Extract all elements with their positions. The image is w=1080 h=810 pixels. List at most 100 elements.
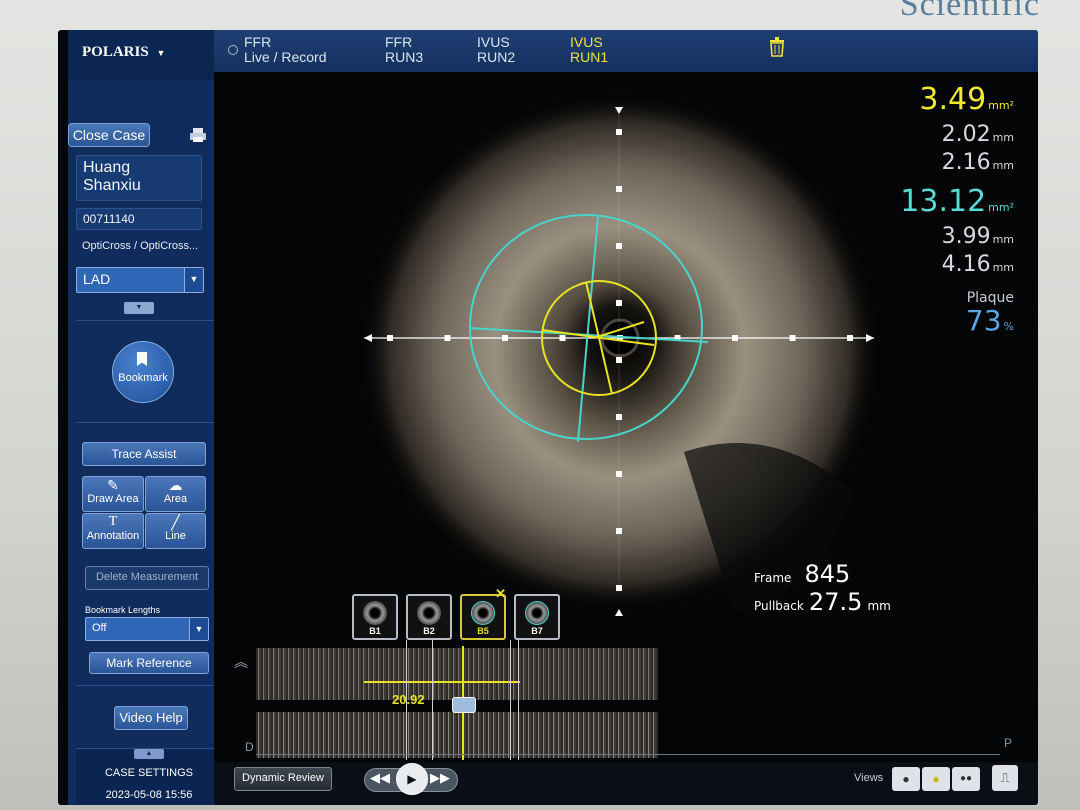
bookmark-line — [518, 640, 519, 760]
thumb-label: B7 — [531, 626, 543, 636]
line-button[interactable]: ╱ Line — [145, 513, 206, 549]
pullback-unit: mm — [867, 599, 891, 613]
ruler-tick — [616, 300, 622, 306]
plaque-value: 73% — [965, 304, 1014, 337]
left-panel: POLARIS ▼ Close Case Huang Shanxiu 00711… — [68, 30, 222, 805]
dynamic-review-button[interactable]: Dynamic Review — [234, 767, 332, 791]
mark-reference-button[interactable]: Mark Reference — [89, 652, 209, 674]
video-help-button[interactable]: Video Help — [114, 706, 188, 730]
app-name: POLARIS — [82, 44, 149, 60]
ruler-tick — [616, 243, 622, 249]
bookmark-thumb-b5[interactable]: B5 ✕ — [460, 586, 506, 640]
datetime-label: 2023-05-08 15:56 — [105, 789, 193, 801]
app-logo[interactable]: POLARIS ▼ — [68, 30, 214, 80]
frame-label: Frame — [754, 571, 792, 585]
ruler-tick — [616, 528, 622, 534]
close-case-button[interactable]: Close Case — [68, 123, 150, 147]
thumb-image — [471, 601, 495, 625]
area-button[interactable]: ☁ Area — [145, 476, 206, 512]
pullback-value: 27.5 — [808, 588, 863, 616]
view-bookmark-button[interactable]: ● — [922, 767, 950, 791]
plaque-measurement: Plaque 73% — [966, 290, 1014, 342]
trash-icon[interactable] — [769, 37, 785, 57]
tab-ffr-live[interactable]: FFR Live / Record — [228, 34, 326, 65]
area-label: Area — [163, 493, 188, 505]
ruler-tick — [616, 357, 622, 363]
bookmark-lengths-select[interactable]: Off ▼ — [85, 617, 209, 641]
cursor-handle[interactable] — [452, 697, 476, 713]
tab-line1: IVUS — [477, 34, 510, 50]
tab-line2: RUN2 — [477, 49, 516, 65]
ruler-tick — [616, 129, 622, 135]
lumen-max-diameter: 2.16 mm — [941, 150, 1014, 175]
annotation-button[interactable]: T Annotation — [82, 513, 144, 549]
pullback-label: Pullback — [754, 599, 804, 613]
ruler-tick — [502, 335, 508, 341]
bookmark-button[interactable]: Bookmark — [112, 341, 174, 403]
view-dual-button[interactable]: ●● — [952, 767, 980, 791]
ruler-tick — [444, 335, 451, 341]
ivus-image-view[interactable]: 3.49 mm² 2.02 mm 2.16 mm 13.12 mm² 3.99 mm 4.… — [214, 72, 1038, 762]
bookmark-line — [432, 640, 433, 760]
eem-min-diameter: 3.99 mm — [941, 224, 1014, 249]
trace-assist-button[interactable]: Trace Assist — [82, 442, 206, 466]
chevron-down-icon: ▼ — [156, 48, 166, 58]
foot-pedal-icon[interactable]: ⎍ — [992, 765, 1018, 791]
line-icon: ╱ — [171, 514, 180, 530]
view-single-button[interactable]: ● — [892, 767, 920, 791]
thumb-label: B5 — [477, 626, 489, 636]
draw-area-button[interactable]: ✎ Draw Area — [82, 476, 144, 512]
eem-measurements: 13.12 mm² 3.99 mm 4.16 mm — [900, 186, 1014, 280]
thumb-label: B1 — [369, 626, 381, 636]
tab-line1: FFR — [244, 34, 272, 50]
eem-area: 13.12 mm² — [900, 184, 1014, 219]
play-button[interactable]: ▶ — [396, 763, 428, 795]
longitudinal-view[interactable] — [256, 648, 658, 700]
bookmark-lengths-label: Bookmark Lengths — [85, 605, 161, 615]
ruler-tick — [847, 335, 853, 341]
patient-id-field[interactable]: 00711140 — [76, 208, 202, 230]
lumen-min-diameter: 2.02 mm — [941, 122, 1014, 147]
tab-line1: IVUS — [570, 34, 603, 50]
close-icon[interactable]: ✕ — [495, 586, 506, 602]
vessel-select[interactable]: LAD ▼ — [76, 267, 204, 293]
annotation-label: Annotation — [86, 530, 140, 542]
patient-name-field[interactable]: Huang Shanxiu — [76, 155, 202, 201]
tab-ivus-run2[interactable]: IVUS RUN2 — [477, 35, 515, 65]
rewind-icon[interactable]: ◀◀ — [370, 770, 390, 786]
brand-logo-text: Scientific — [899, 0, 1040, 23]
case-settings-panel[interactable]: ▲ CASE SETTINGS 2023-05-08 15:56 — [76, 748, 222, 805]
tab-ivus-run1[interactable]: IVUS RUN1 — [570, 35, 608, 65]
bookmark-thumb-b2[interactable]: B2 — [406, 594, 452, 640]
chevron-down-icon: ▼ — [184, 268, 203, 292]
bookmark-line — [510, 640, 511, 760]
frame-value: 845 — [804, 560, 851, 588]
delete-measurement-button[interactable]: Delete Measurement — [85, 566, 209, 590]
ruler-tick — [616, 186, 622, 192]
proximal-label: P — [1004, 736, 1013, 750]
expand-icon[interactable]: ︽ — [234, 652, 248, 672]
bookmark-icon — [137, 352, 147, 366]
ruler-tick — [732, 335, 738, 341]
bottom-bar: Dynamic Review ◀◀ ▶ ▶▶ Views ● ● ●● ⎍ — [214, 762, 1038, 805]
frame-info: Frame 845 Pullback 27.5 mm — [754, 560, 891, 616]
radio-icon — [228, 45, 238, 55]
thumb-image — [363, 601, 387, 625]
panel-collapse-button[interactable]: ▼ — [124, 302, 154, 314]
line-label: Line — [165, 530, 186, 542]
tab-ffr-run3[interactable]: FFR RUN3 — [385, 35, 423, 65]
longitudinal-view-bottom[interactable] — [256, 712, 658, 758]
vessel-select-value: LAD — [83, 271, 111, 287]
draw-area-icon: ✎ — [107, 477, 119, 493]
ruler-tick — [387, 335, 393, 341]
bookmark-thumb-b7[interactable]: B7 — [514, 594, 560, 640]
bookmark-thumb-b1[interactable]: B1 — [352, 594, 398, 640]
fast-forward-icon[interactable]: ▶▶ — [430, 770, 450, 786]
length-value: 20.92 — [392, 692, 425, 707]
thumb-label: B2 — [423, 626, 435, 636]
thumb-image — [525, 601, 549, 625]
printer-icon[interactable] — [189, 127, 207, 143]
patient-first-name: Huang — [83, 159, 131, 176]
tab-line2: RUN1 — [570, 49, 609, 65]
chevron-down-icon: ▼ — [189, 618, 208, 640]
